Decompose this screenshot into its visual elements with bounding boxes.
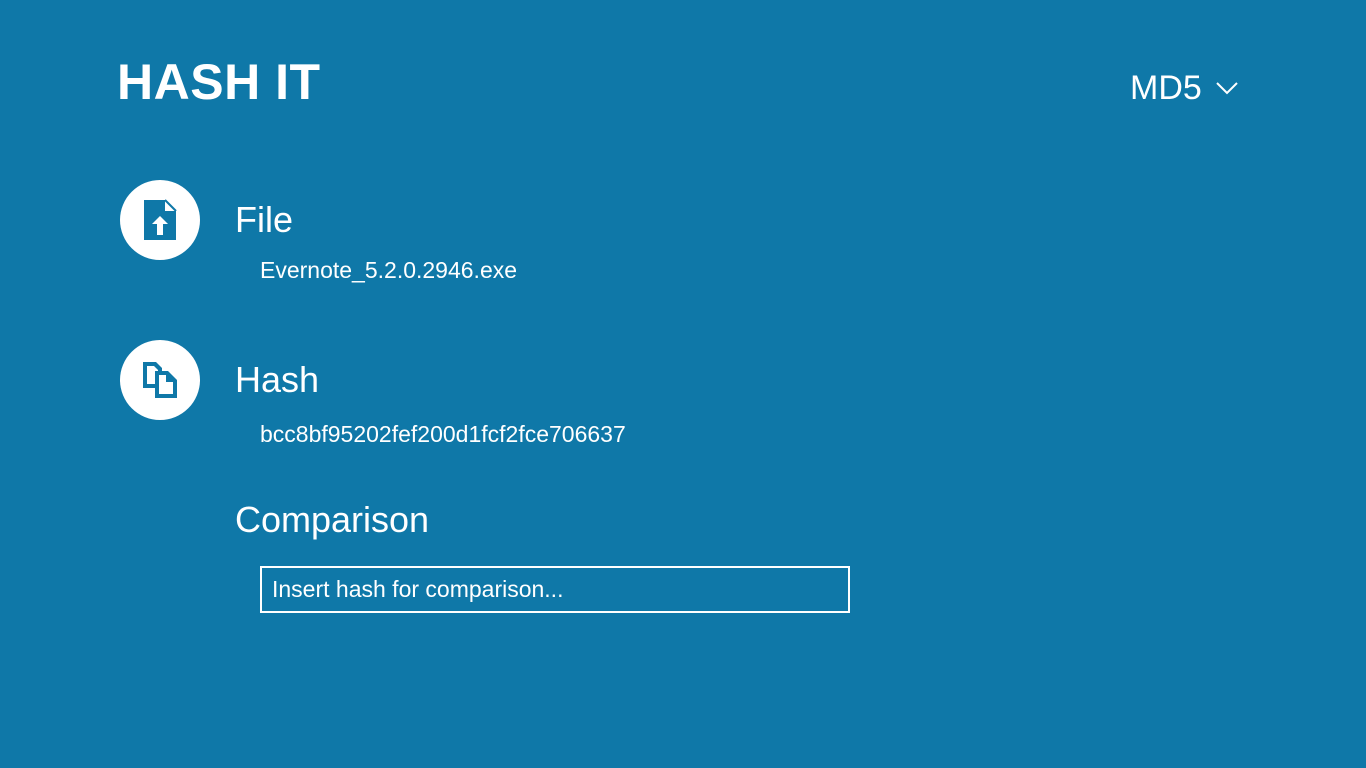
file-name: Evernote_5.2.0.2946.exe (260, 257, 518, 283)
comparison-title: Comparison (235, 499, 430, 540)
file-title: File (235, 199, 294, 240)
select-file-button[interactable] (120, 180, 200, 260)
hash-title: Hash (235, 359, 320, 400)
copy-hash-button[interactable] (120, 340, 200, 420)
algorithm-dropdown[interactable]: MD5 (1130, 66, 1238, 110)
file-upload-icon (144, 199, 177, 240)
hash-value[interactable]: bcc8bf95202fef200d1fcf2fce706637 (260, 419, 626, 449)
comparison-input[interactable] (260, 566, 850, 613)
copy-icon (143, 362, 177, 398)
app-title: HASH IT (117, 54, 321, 110)
algorithm-selected-label: MD5 (1130, 69, 1202, 107)
chevron-down-icon (1216, 82, 1238, 95)
